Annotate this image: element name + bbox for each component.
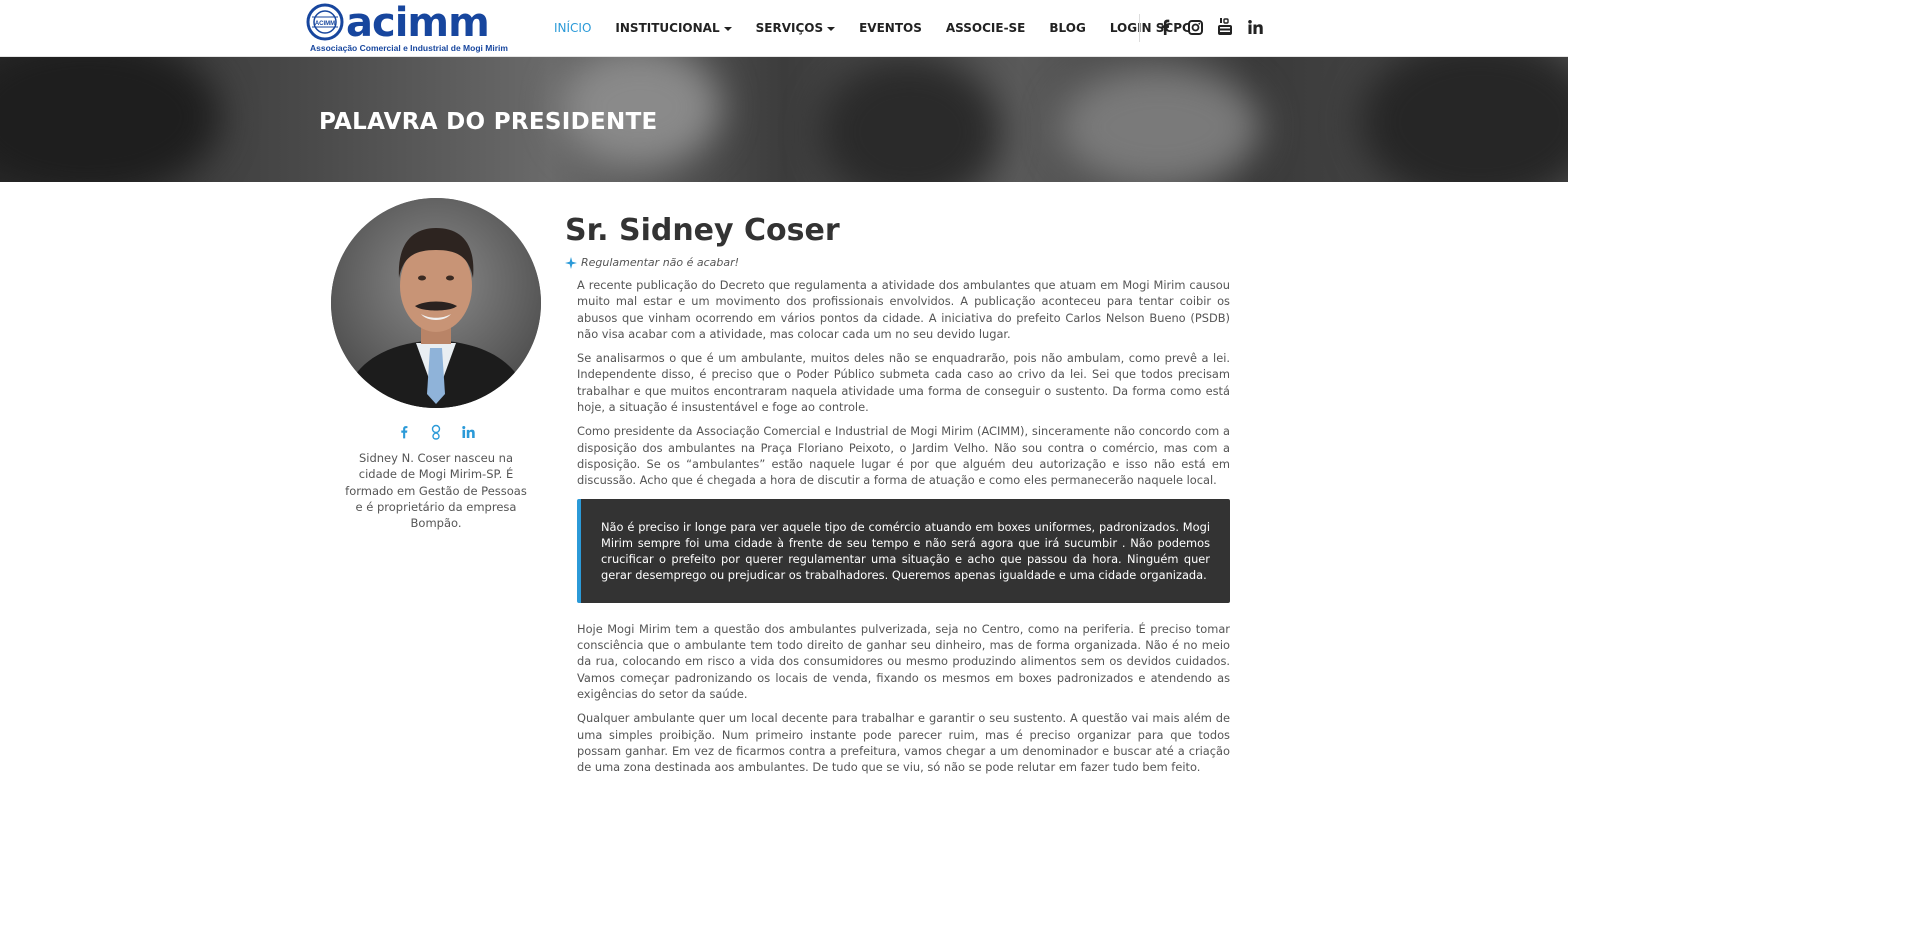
facebook-icon[interactable] (397, 424, 411, 440)
nav-item-eventos[interactable]: EVENTOS (847, 21, 934, 35)
article-paragraph: Se analisarmos o que é um ambulante, mui… (577, 351, 1230, 415)
nav-item-servicos[interactable]: SERVIÇOS (744, 21, 847, 35)
facebook-icon[interactable] (1155, 16, 1175, 38)
sparkle-icon (565, 256, 577, 269)
nav-divider (1139, 14, 1140, 42)
article-blockquote: Não é preciso ir longe para ver aquele t… (577, 498, 1230, 603)
page-title: PALAVRA DO PRESIDENTE (319, 109, 658, 135)
article-tagline: Regulamentar não é acabar! (565, 256, 1230, 269)
instagram-icon[interactable] (1185, 16, 1205, 38)
caret-down-icon (827, 26, 836, 31)
page-banner: PALAVRA DO PRESIDENTE (0, 57, 1568, 182)
nav-item-inicio[interactable]: INÍCIO (542, 21, 603, 35)
profile-sidebar: Sidney N. Coser nasceu na cidade de Mogi… (331, 198, 541, 531)
president-photo (331, 198, 541, 408)
article-paragraph: A recente publicação do Decreto que regu… (577, 278, 1230, 341)
logo-wordmark: acimm (346, 0, 490, 46)
tagline-text: Regulamentar não é acabar! (581, 256, 740, 269)
logo-badge-text: ACIMM (315, 21, 335, 27)
article-paragraph: Hoje Mogi Mirim tem a questão dos ambula… (577, 621, 1230, 701)
article-body: A recente publicação do Decreto que regu… (577, 277, 1230, 775)
president-bio: Sidney N. Coser nasceu na cidade de Mogi… (345, 451, 527, 531)
banner-shape (0, 57, 220, 182)
banner-shape (820, 57, 1000, 182)
profile-social-links (331, 424, 541, 440)
main-nav: INÍCIO INSTITUCIONAL SERVIÇOS EVENTOS AS… (542, 0, 1203, 56)
banner-shape (1360, 57, 1568, 182)
article-paragraph: Qualquer ambulante quer um local decente… (577, 711, 1230, 775)
site-logo[interactable]: ACIMM acimm Associação Comercial e Indus… (306, 0, 508, 55)
logo-emblem-icon: ACIMM (306, 3, 344, 41)
youtube-icon[interactable] (1215, 16, 1235, 38)
article-content: Sr. Sidney Coser Regulamentar não é acab… (565, 210, 1230, 783)
president-name: Sr. Sidney Coser (565, 213, 840, 248)
banner-shape (1060, 67, 1260, 182)
nav-item-institucional[interactable]: INSTITUCIONAL (603, 21, 743, 35)
nav-item-blog[interactable]: BLOG (1037, 21, 1097, 35)
nav-item-associe-se[interactable]: ASSOCIE-SE (934, 21, 1038, 35)
logo-subtitle: Associação Comercial e Industrial de Mog… (310, 43, 508, 53)
google-plus-icon[interactable] (429, 424, 443, 440)
linkedin-icon[interactable] (1245, 16, 1265, 38)
header-social-links (1155, 16, 1265, 38)
article-paragraph: Como presidente da Associação Comercial … (577, 424, 1230, 488)
site-header: ACIMM acimm Associação Comercial e Indus… (0, 0, 1568, 57)
caret-down-icon (723, 26, 732, 31)
linkedin-icon[interactable] (461, 424, 475, 440)
